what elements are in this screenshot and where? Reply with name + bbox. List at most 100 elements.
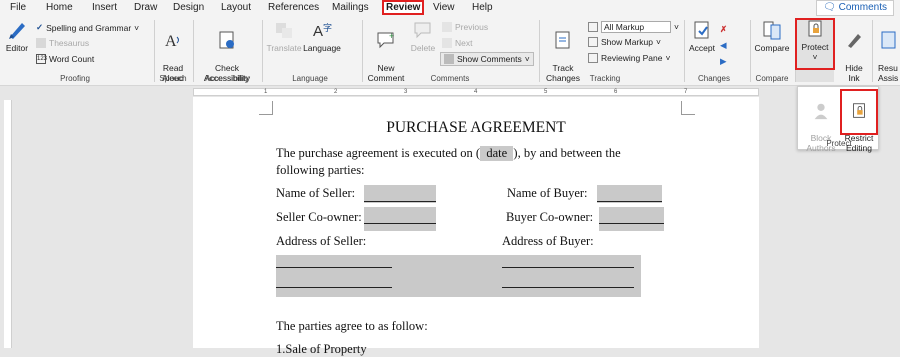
- spelling-grammar-button[interactable]: ✓ Spelling and Grammar ˅: [36, 22, 139, 33]
- spellcheck-icon: ✓: [36, 22, 44, 32]
- menu-bar: File Home Insert Draw Design Layout Refe…: [0, 0, 900, 16]
- hide-ink-icon: [848, 34, 861, 48]
- thesaurus-button[interactable]: Thesaurus: [36, 38, 89, 48]
- menu-references[interactable]: References: [268, 2, 319, 13]
- menu-file[interactable]: File: [10, 2, 26, 13]
- svg-text:字: 字: [323, 22, 332, 33]
- menu-insert[interactable]: Insert: [92, 2, 117, 13]
- group-label-accessibility: Accessibility: [205, 74, 249, 83]
- previous-change-button[interactable]: ◀: [720, 40, 727, 51]
- reject-icon: ✗: [720, 24, 728, 34]
- next-comment-button[interactable]: Next: [442, 38, 472, 48]
- group-label-proofing: Proofing: [60, 74, 90, 83]
- next-icon: [442, 38, 452, 48]
- intro-line-2: following parties:: [276, 163, 365, 177]
- seller-coowner-label: Seller Co-owner:: [276, 210, 362, 224]
- show-markup-button[interactable]: Show Markup ˅: [588, 37, 661, 47]
- comment-icon: 🗨: [823, 2, 836, 13]
- menu-view[interactable]: View: [433, 2, 455, 13]
- buyer-coowner-label: Buyer Co-owner:: [506, 210, 594, 224]
- markup-select[interactable]: All Markup ˅: [588, 21, 679, 33]
- svg-text:A: A: [313, 23, 323, 40]
- vertical-ruler[interactable]: [4, 100, 12, 348]
- group-label-tracking: Tracking: [589, 74, 621, 83]
- crop-mark: [259, 101, 273, 115]
- seller-address-label: Address of Seller:: [276, 234, 367, 248]
- comments-button[interactable]: 🗨 Comments: [816, 0, 894, 16]
- compare-icon: [763, 21, 781, 40]
- group-label-changes: Changes: [697, 74, 731, 83]
- ribbon: Editor ✓ Spelling and Grammar ˅ Thesaurus …: [0, 16, 900, 86]
- reviewing-pane-icon: [588, 53, 598, 63]
- language-button[interactable]: A字 Language: [302, 19, 342, 53]
- previous-icon: [442, 22, 452, 32]
- chevron-down-icon: ˅: [674, 22, 679, 32]
- accept-icon: [694, 21, 709, 39]
- date-field[interactable]: date: [480, 146, 514, 161]
- show-comments-button[interactable]: Show Comments ˅: [440, 52, 534, 66]
- reject-button[interactable]: ✗: [720, 24, 727, 35]
- protect-dropdown: Block Authors Restrict Editing Protect: [797, 86, 879, 153]
- group-label-compare: Compare: [755, 74, 789, 83]
- compare-button[interactable]: Compare: [752, 19, 792, 53]
- menu-mailings[interactable]: Mailings: [332, 2, 369, 13]
- buyer-address-label: Address of Buyer:: [502, 234, 594, 248]
- sale-of-property-line: 1.Sale of Property: [276, 342, 367, 356]
- new-comment-button[interactable]: + New Comment: [366, 19, 406, 83]
- menu-review[interactable]: Review: [382, 0, 425, 15]
- crop-mark: [681, 101, 695, 115]
- svg-text:A: A: [165, 33, 177, 50]
- horizontal-ruler[interactable]: 1 2 3 4 5 6 7: [193, 88, 759, 96]
- resume-assistant-button[interactable]: Resu Assis: [878, 19, 900, 83]
- buyer-name-label: Name of Buyer:: [507, 186, 588, 200]
- resume-icon: [881, 31, 896, 49]
- chevron-down-icon: ˅: [524, 54, 530, 64]
- delete-comment-icon: [414, 22, 431, 39]
- thesaurus-icon: [36, 38, 46, 48]
- accessibility-icon: [219, 31, 234, 49]
- delete-comment-button[interactable]: Delete: [408, 19, 438, 53]
- group-label-comments: Comments: [430, 74, 470, 83]
- chevron-down-icon: ˅: [665, 53, 671, 63]
- group-label-speech: Speech: [159, 74, 187, 83]
- agree-text: The parties agree to as follow:: [276, 319, 428, 333]
- next-change-button[interactable]: ▶: [720, 56, 727, 67]
- document-title: PURCHASE AGREEMENT: [386, 119, 566, 136]
- editor-button[interactable]: Editor: [4, 19, 30, 53]
- menu-help[interactable]: Help: [472, 2, 493, 13]
- address-field[interactable]: [276, 255, 641, 297]
- show-comments-icon: [444, 54, 454, 64]
- group-label-ink: Ink: [848, 74, 860, 83]
- group-label-protect: Protect: [826, 139, 852, 148]
- translate-button[interactable]: Translate: [266, 19, 302, 53]
- menu-design[interactable]: Design: [173, 2, 204, 13]
- menu-draw[interactable]: Draw: [134, 2, 157, 13]
- next-change-icon: ▶: [720, 56, 727, 66]
- chevron-down-icon: ˅: [134, 22, 140, 33]
- previous-comment-button[interactable]: Previous: [442, 22, 488, 32]
- track-changes-icon: [555, 31, 570, 49]
- accept-button[interactable]: Accept: [688, 19, 716, 53]
- word-count-icon: 123: [36, 54, 48, 64]
- menu-home[interactable]: Home: [46, 2, 73, 13]
- group-label-language: Language: [292, 74, 328, 83]
- previous-change-icon: ◀: [720, 40, 727, 50]
- reviewing-pane-button[interactable]: Reviewing Pane ˅: [588, 53, 670, 63]
- protect-highlight: [795, 18, 835, 70]
- track-changes-button[interactable]: Track Changes: [543, 19, 583, 83]
- seller-coowner-field[interactable]: [364, 207, 436, 231]
- restrict-editing-highlight: [840, 89, 878, 135]
- buyer-coowner-field[interactable]: [599, 207, 664, 231]
- seller-name-label: Name of Seller:: [276, 186, 356, 200]
- document-page[interactable]: PURCHASE AGREEMENT The purchase agreemen…: [193, 97, 759, 356]
- markup-icon: [588, 22, 598, 32]
- language-icon: A字: [313, 22, 332, 40]
- word-count-button[interactable]: 123 Word Count: [36, 54, 94, 64]
- svg-text:+: +: [389, 31, 394, 41]
- menu-layout[interactable]: Layout: [221, 2, 251, 13]
- new-comment-icon: +: [377, 31, 394, 49]
- intro-line-1: The purchase agreement is executed on ( …: [276, 146, 621, 161]
- read-aloud-icon: A: [165, 33, 179, 50]
- chevron-down-icon: ˅: [655, 37, 661, 47]
- block-authors-icon: [814, 103, 828, 120]
